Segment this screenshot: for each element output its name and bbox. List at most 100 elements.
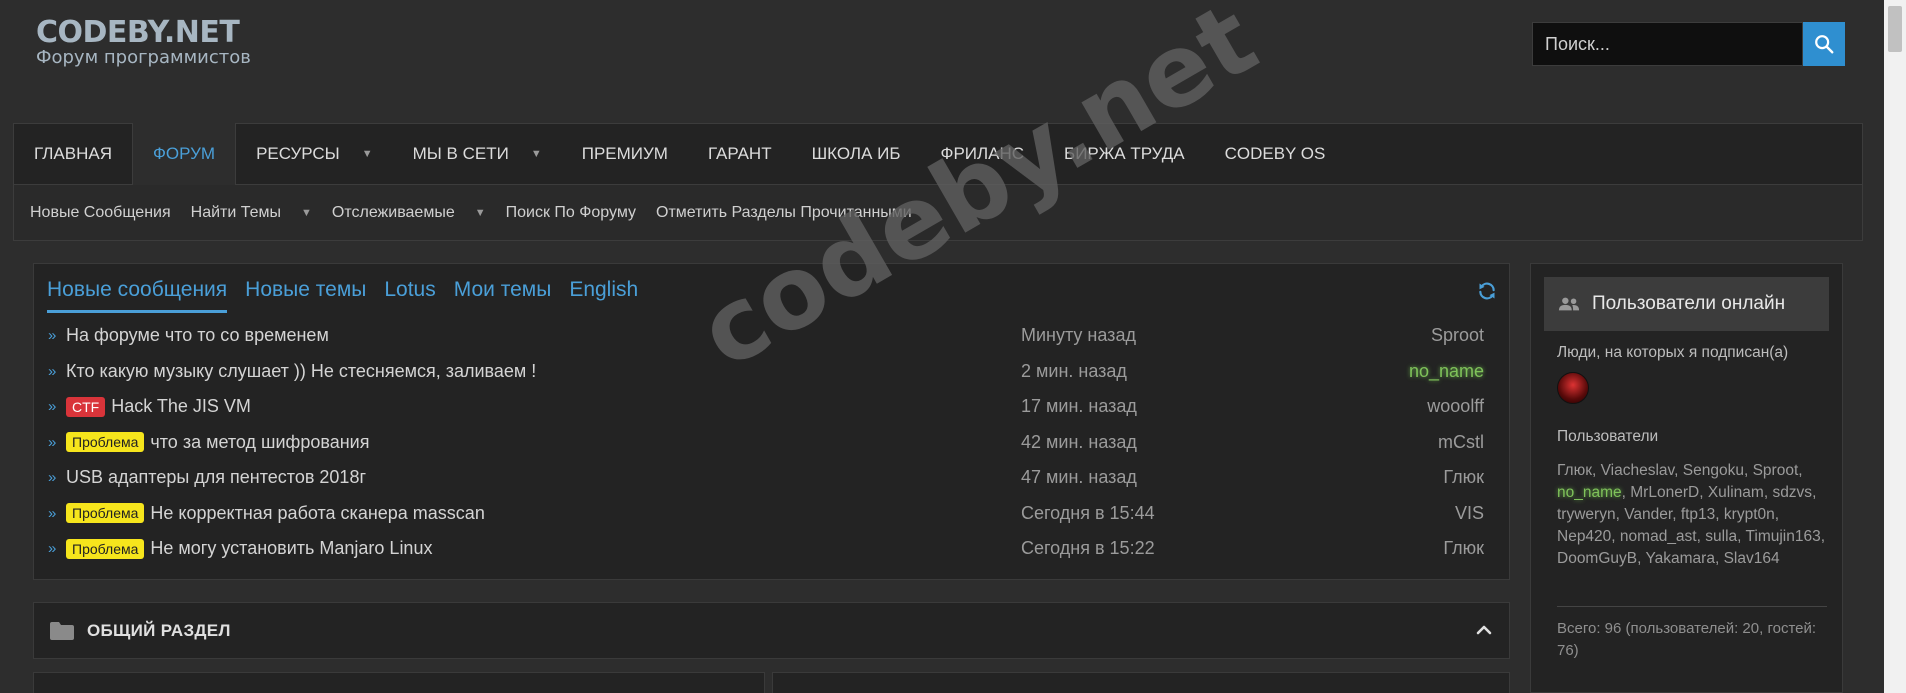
nav-item-freelance[interactable]: ФРИЛАНС (921, 124, 1045, 184)
post-time[interactable]: 47 мин. назад (1021, 467, 1137, 488)
online-total: Всего: 96 (пользователей: 20, гостей: 76… (1557, 620, 1817, 659)
tab-english[interactable]: English (569, 278, 638, 313)
caret-down-icon[interactable]: ▼ (475, 207, 486, 219)
avatar[interactable] (1557, 372, 1589, 404)
user-link[interactable]: sulla (1705, 528, 1737, 545)
widget-title: Пользователи онлайн (1592, 293, 1786, 314)
prefix-badge-ctf[interactable]: CTF (66, 396, 106, 417)
thread-title: Hack The JIS VM (111, 396, 251, 417)
user-link[interactable]: ftp13 (1681, 506, 1715, 523)
main-nav: ГЛАВНАЯ ФОРУМ РЕСУРСЫ ▼ МЫ В СЕТИ ▼ ПРЕМИУ… (13, 123, 1863, 185)
subnav-mark-read[interactable]: Отметить Разделы Прочитанными (656, 204, 912, 222)
subnav-search-forum[interactable]: Поиск По Форуму (506, 204, 636, 222)
user-link[interactable]: Sproot (1753, 462, 1799, 479)
user-link[interactable]: Vander (1624, 506, 1672, 523)
nav-item-codeby-os[interactable]: CODEBY OS (1205, 124, 1346, 184)
search-input[interactable] (1532, 22, 1803, 66)
post-author[interactable]: Глюк (1443, 467, 1484, 488)
caret-down-icon[interactable]: ▼ (301, 207, 312, 219)
thread-link[interactable]: CTF Hack The JIS VM (66, 396, 251, 417)
user-link[interactable]: Глюк (1557, 462, 1592, 479)
user-link[interactable]: Slav164 (1724, 550, 1780, 567)
user-link[interactable]: Yakamara (1645, 550, 1715, 567)
chevron-up-icon[interactable] (1475, 621, 1493, 639)
post-time[interactable]: 2 мин. назад (1021, 361, 1127, 382)
tab-my-threads[interactable]: Мои темы (454, 278, 552, 313)
nav-item-label: ФРИЛАНС (940, 144, 1025, 163)
user-link[interactable]: Xulinam (1708, 484, 1764, 501)
subnav-find-threads[interactable]: Найти Темы ▼ (191, 204, 312, 222)
prefix-badge-problem[interactable]: Проблема (66, 432, 145, 453)
nav-item-guarantor[interactable]: ГАРАНТ (688, 124, 792, 184)
nav-item-forum[interactable]: ФОРУМ (131, 123, 237, 185)
thread-link[interactable]: USB адаптеры для пентестов 2018г (66, 467, 366, 488)
forum-card (772, 672, 1510, 693)
nav-item-label: МЫ В СЕТИ (412, 144, 509, 163)
thread-link[interactable]: Проблема что за метод шифрования (66, 432, 369, 453)
latest-tabs: Новые сообщения Новые темы Lotus Мои тем… (47, 278, 656, 313)
thread-title: Не могу установить Manjaro Linux (150, 538, 433, 559)
subnav-label: Новые Сообщения (30, 203, 171, 221)
widget-header: Пользователи онлайн (1544, 277, 1829, 331)
chevron-double-right-icon: » (48, 504, 57, 522)
tab-new-posts[interactable]: Новые сообщения (47, 278, 228, 313)
nav-item-school[interactable]: ШКОЛА ИБ (792, 124, 921, 184)
online-users-widget: Пользователи онлайн Люди, на которых я п… (1530, 263, 1843, 693)
user-link[interactable]: DoomGuyB (1557, 550, 1637, 567)
nav-item-home[interactable]: ГЛАВНАЯ (14, 124, 132, 184)
prefix-badge-problem[interactable]: Проблема (66, 503, 145, 524)
nav-item-label: ШКОЛА ИБ (811, 144, 901, 163)
thread-title: На форуме что то со временем (66, 325, 329, 346)
folder-icon (50, 621, 74, 640)
scrollbar-thumb[interactable] (1888, 6, 1902, 52)
nav-item-premium[interactable]: ПРЕМИУМ (562, 124, 688, 184)
user-link[interactable]: no_name (1557, 484, 1622, 501)
tab-new-threads[interactable]: Новые темы (245, 278, 366, 313)
site-logo[interactable]: CODEBY.NET Форум программистов (36, 16, 251, 68)
thread-link[interactable]: На форуме что то со временем (66, 325, 329, 346)
user-link[interactable]: Sengoku (1683, 462, 1744, 479)
tab-lotus[interactable]: Lotus (384, 278, 435, 313)
user-link[interactable]: Timujin163 (1745, 528, 1820, 545)
post-time[interactable]: Сегодня в 15:44 (1021, 503, 1155, 524)
prefix-badge-problem[interactable]: Проблема (66, 538, 145, 559)
post-author[interactable]: Глюк (1443, 538, 1484, 559)
user-link[interactable]: tryweryn (1557, 506, 1616, 523)
user-link[interactable]: sdzvs (1772, 484, 1812, 501)
post-author[interactable]: no_name (1409, 361, 1484, 382)
search-button[interactable] (1803, 22, 1845, 66)
caret-down-icon[interactable]: ▼ (531, 148, 542, 160)
scrollbar[interactable] (1884, 0, 1906, 693)
chevron-double-right-icon: » (48, 433, 57, 451)
list-item: » CTF Hack The JIS VM 17 мин. назад woool… (48, 389, 1498, 425)
category-header[interactable]: ОБЩИЙ РАЗДЕЛ (33, 602, 1510, 659)
post-author[interactable]: wooolff (1427, 396, 1484, 417)
user-link[interactable]: MrLonerD (1630, 484, 1699, 501)
thread-link[interactable]: Проблема Не корректная работа сканера mas… (66, 503, 485, 524)
list-item: » USB адаптеры для пентестов 2018г 47 ми… (48, 460, 1498, 496)
thread-link[interactable]: Проблема Не могу установить Manjaro Linux (66, 538, 432, 559)
thread-link[interactable]: Кто какую музыку слушает )) Не стесняемс… (66, 361, 536, 382)
nav-item-label: РЕСУРСЫ (256, 144, 340, 163)
subnav-new-posts[interactable]: Новые Сообщения (30, 204, 171, 222)
post-time[interactable]: 42 мин. назад (1021, 432, 1137, 453)
user-link[interactable]: Viacheslav (1601, 462, 1675, 479)
refresh-button[interactable] (1477, 281, 1497, 306)
list-item: » Проблема Не могу установить Manjaro Lin… (48, 531, 1498, 567)
nav-item-online[interactable]: МЫ В СЕТИ ▼ (393, 124, 562, 184)
user-link[interactable]: Nep420 (1557, 528, 1611, 545)
user-link[interactable]: krypt0n (1724, 506, 1775, 523)
subnav-label: Отслеживаемые (331, 203, 455, 221)
post-time[interactable]: 17 мин. назад (1021, 396, 1137, 417)
post-author[interactable]: Sproot (1431, 325, 1484, 346)
nav-item-jobs[interactable]: БИРЖА ТРУДА (1044, 124, 1205, 184)
caret-down-icon[interactable]: ▼ (362, 148, 373, 160)
post-time[interactable]: Минуту назад (1021, 325, 1136, 346)
post-time[interactable]: Сегодня в 15:22 (1021, 538, 1155, 559)
post-author[interactable]: VIS (1455, 503, 1484, 524)
nav-item-resources[interactable]: РЕСУРСЫ ▼ (236, 124, 393, 184)
post-author[interactable]: mCstl (1438, 432, 1484, 453)
subnav-watched[interactable]: Отслеживаемые ▼ (332, 204, 486, 222)
refresh-icon (1479, 282, 1495, 300)
user-link[interactable]: nomad_ast (1620, 528, 1697, 545)
